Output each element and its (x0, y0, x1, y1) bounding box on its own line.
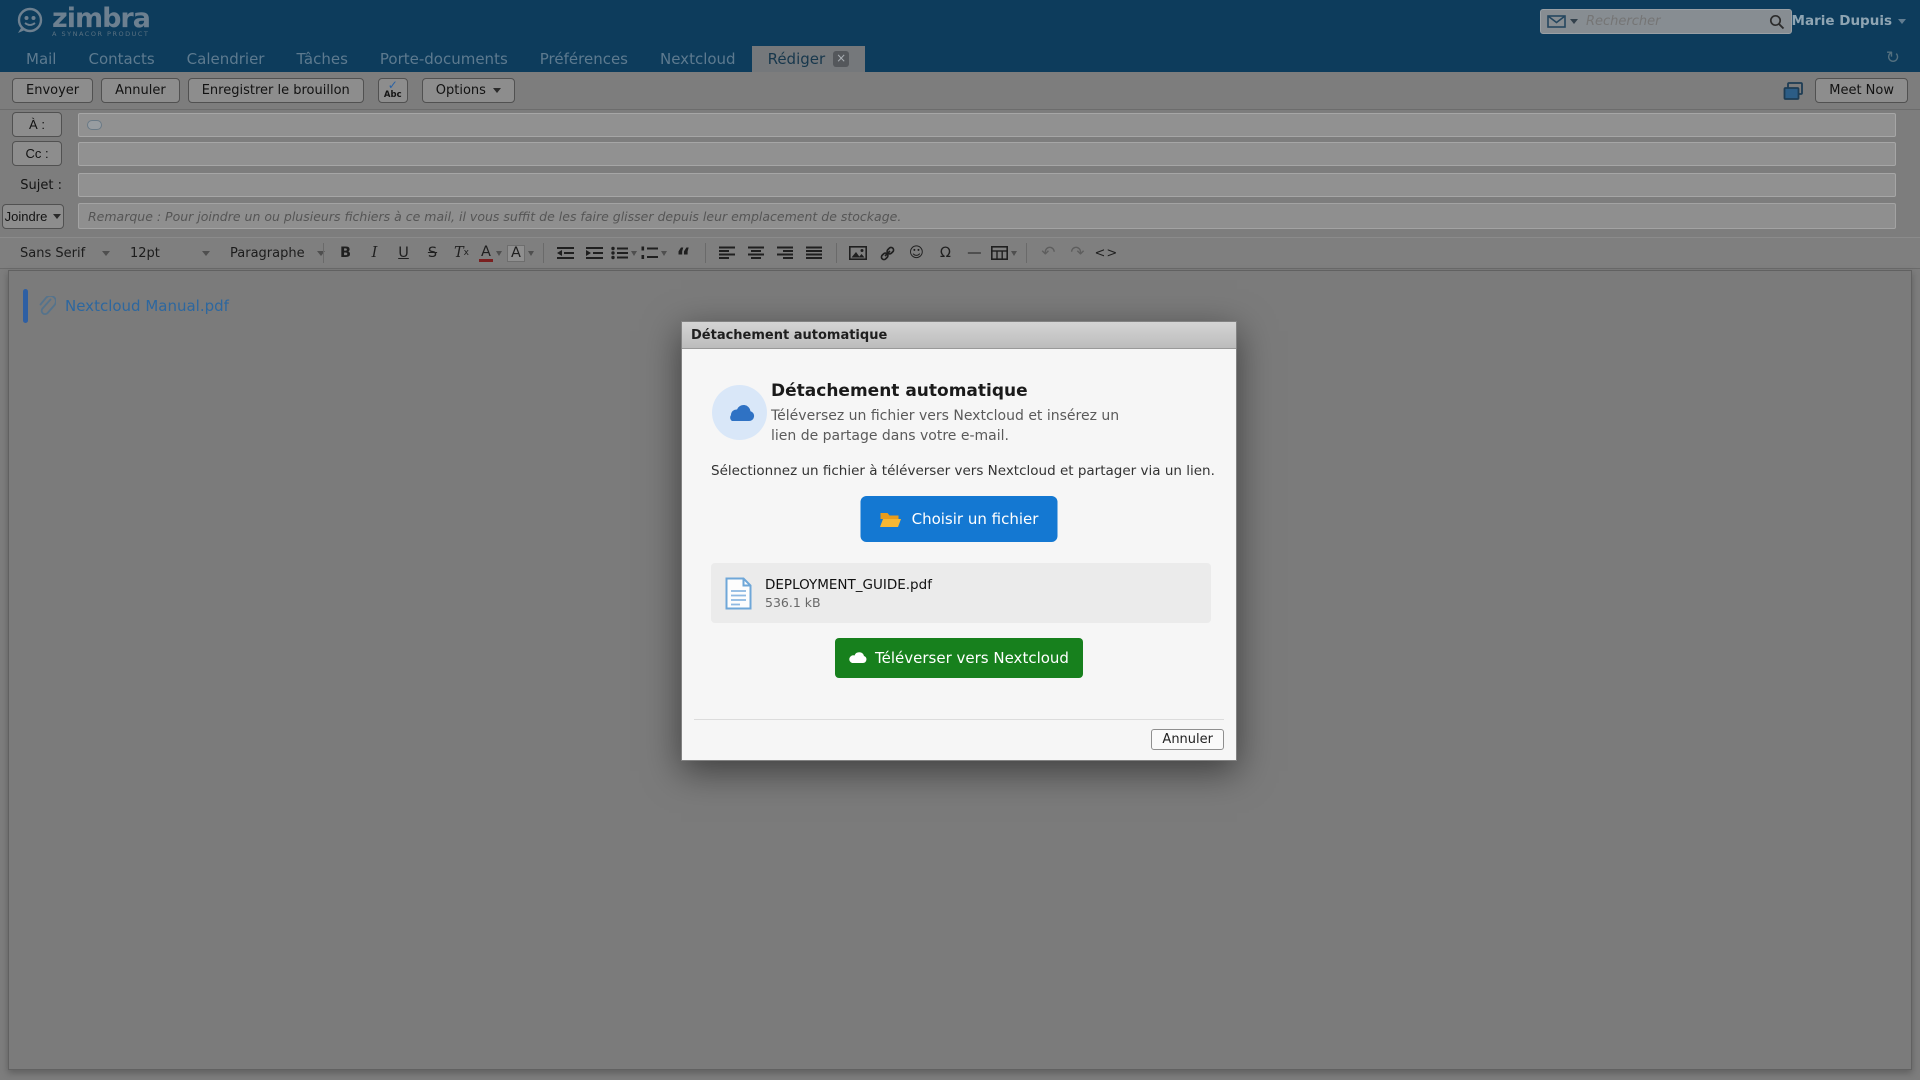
dialog-heading: Détachement automatique (771, 381, 1028, 401)
auto-detach-dialog: Détachement automatique Détachement auto… (681, 321, 1237, 761)
zimbra-app: zimbra A SYNACOR PRODUCT Marie Dupuis Ma… (0, 0, 1920, 1080)
file-name: DEPLOYMENT_GUIDE.pdf (765, 577, 932, 593)
dialog-description: Téléversez un fichier vers Nextcloud et … (771, 407, 1135, 447)
dialog-titlebar[interactable]: Détachement automatique (682, 322, 1236, 349)
cloud-icon (725, 403, 755, 423)
cloud-upload-icon (849, 652, 867, 664)
upload-to-nextcloud-button[interactable]: Téléverser vers Nextcloud (835, 638, 1083, 678)
dialog-divider (694, 719, 1224, 720)
dialog-cancel-button[interactable]: Annuler (1151, 729, 1224, 750)
choose-file-button[interactable]: Choisir un fichier (861, 496, 1058, 542)
file-size: 536.1 kB (765, 595, 932, 610)
selected-file-card[interactable]: DEPLOYMENT_GUIDE.pdf 536.1 kB (711, 563, 1211, 623)
open-folder-icon (880, 511, 902, 528)
dialog-instruction: Sélectionnez un fichier à téléverser ver… (711, 463, 1215, 479)
document-icon (725, 577, 752, 610)
cloud-avatar (712, 385, 767, 440)
